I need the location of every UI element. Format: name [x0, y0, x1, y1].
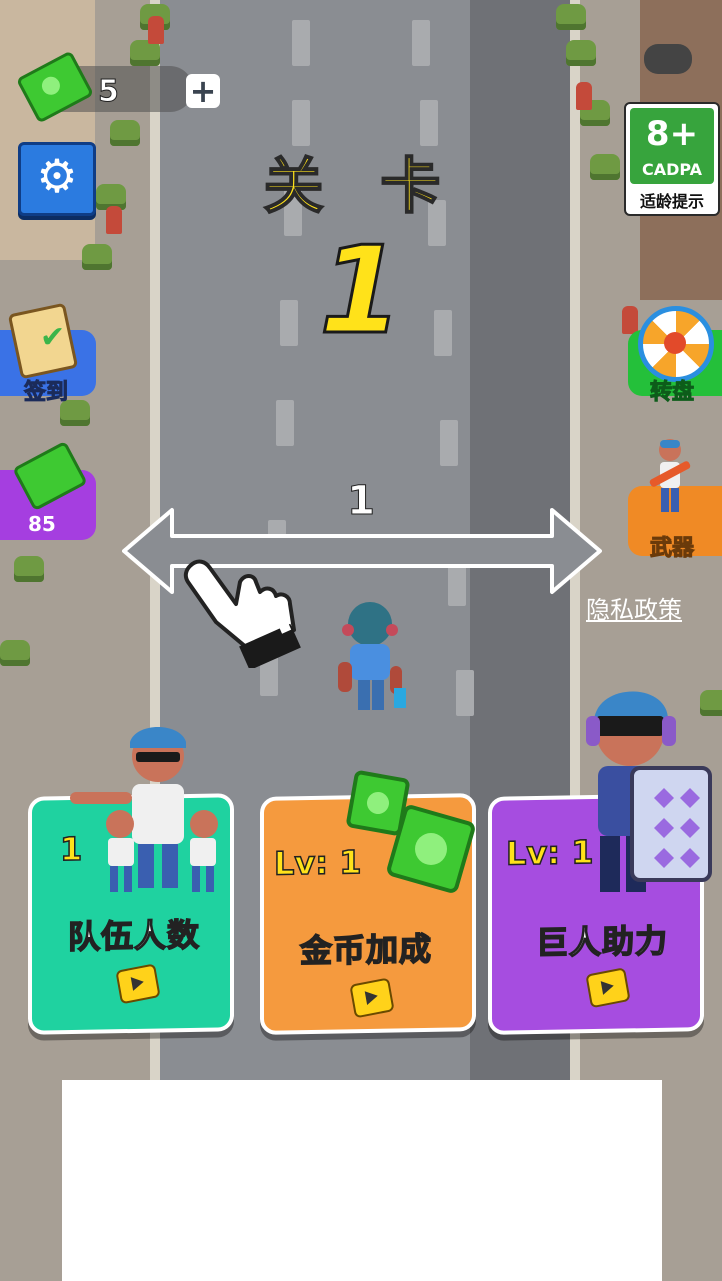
team-size-label: 队伍人数 — [67, 915, 201, 957]
video-ad-icon — [115, 963, 161, 1005]
money-count: 5 — [98, 74, 120, 110]
wheel-hub — [664, 332, 686, 354]
giant-assist-label: 巨人助力 — [535, 921, 669, 963]
video-ad-icon — [585, 967, 631, 1009]
privacy-policy-link[interactable]: 隐私政策 — [586, 590, 682, 625]
player-character — [338, 602, 406, 710]
lane-mark — [456, 670, 474, 716]
ad-banner[interactable] — [62, 1080, 662, 1281]
level-title: 关 卡 — [263, 151, 459, 223]
giant-shield-character-icon — [586, 691, 712, 892]
team-crowd-icon — [70, 727, 218, 892]
fire-hydrant — [148, 16, 164, 44]
gamepad-icon — [644, 44, 692, 74]
level-number: 1 — [318, 221, 405, 363]
lane-mark — [412, 20, 430, 66]
pointing-hand-icon — [183, 559, 301, 668]
checkmark-icon: ✔ — [40, 320, 66, 355]
add-money-button[interactable]: + — [186, 74, 220, 108]
coin-bonus-label: 金币加成 — [299, 929, 433, 971]
lane-mark — [292, 20, 310, 66]
bush — [14, 556, 44, 582]
fire-hydrant — [576, 82, 592, 110]
lane-mark — [440, 420, 458, 466]
bush — [566, 40, 596, 66]
bush — [0, 640, 30, 666]
signin-label: 签到 — [23, 380, 69, 406]
lane-mark — [276, 400, 294, 446]
cash-stack-icon — [346, 770, 475, 893]
wheel-label: 转盘 — [649, 380, 695, 406]
video-ad-icon — [349, 977, 395, 1019]
bush — [556, 4, 586, 30]
weapon-label: 武器 — [649, 536, 695, 562]
